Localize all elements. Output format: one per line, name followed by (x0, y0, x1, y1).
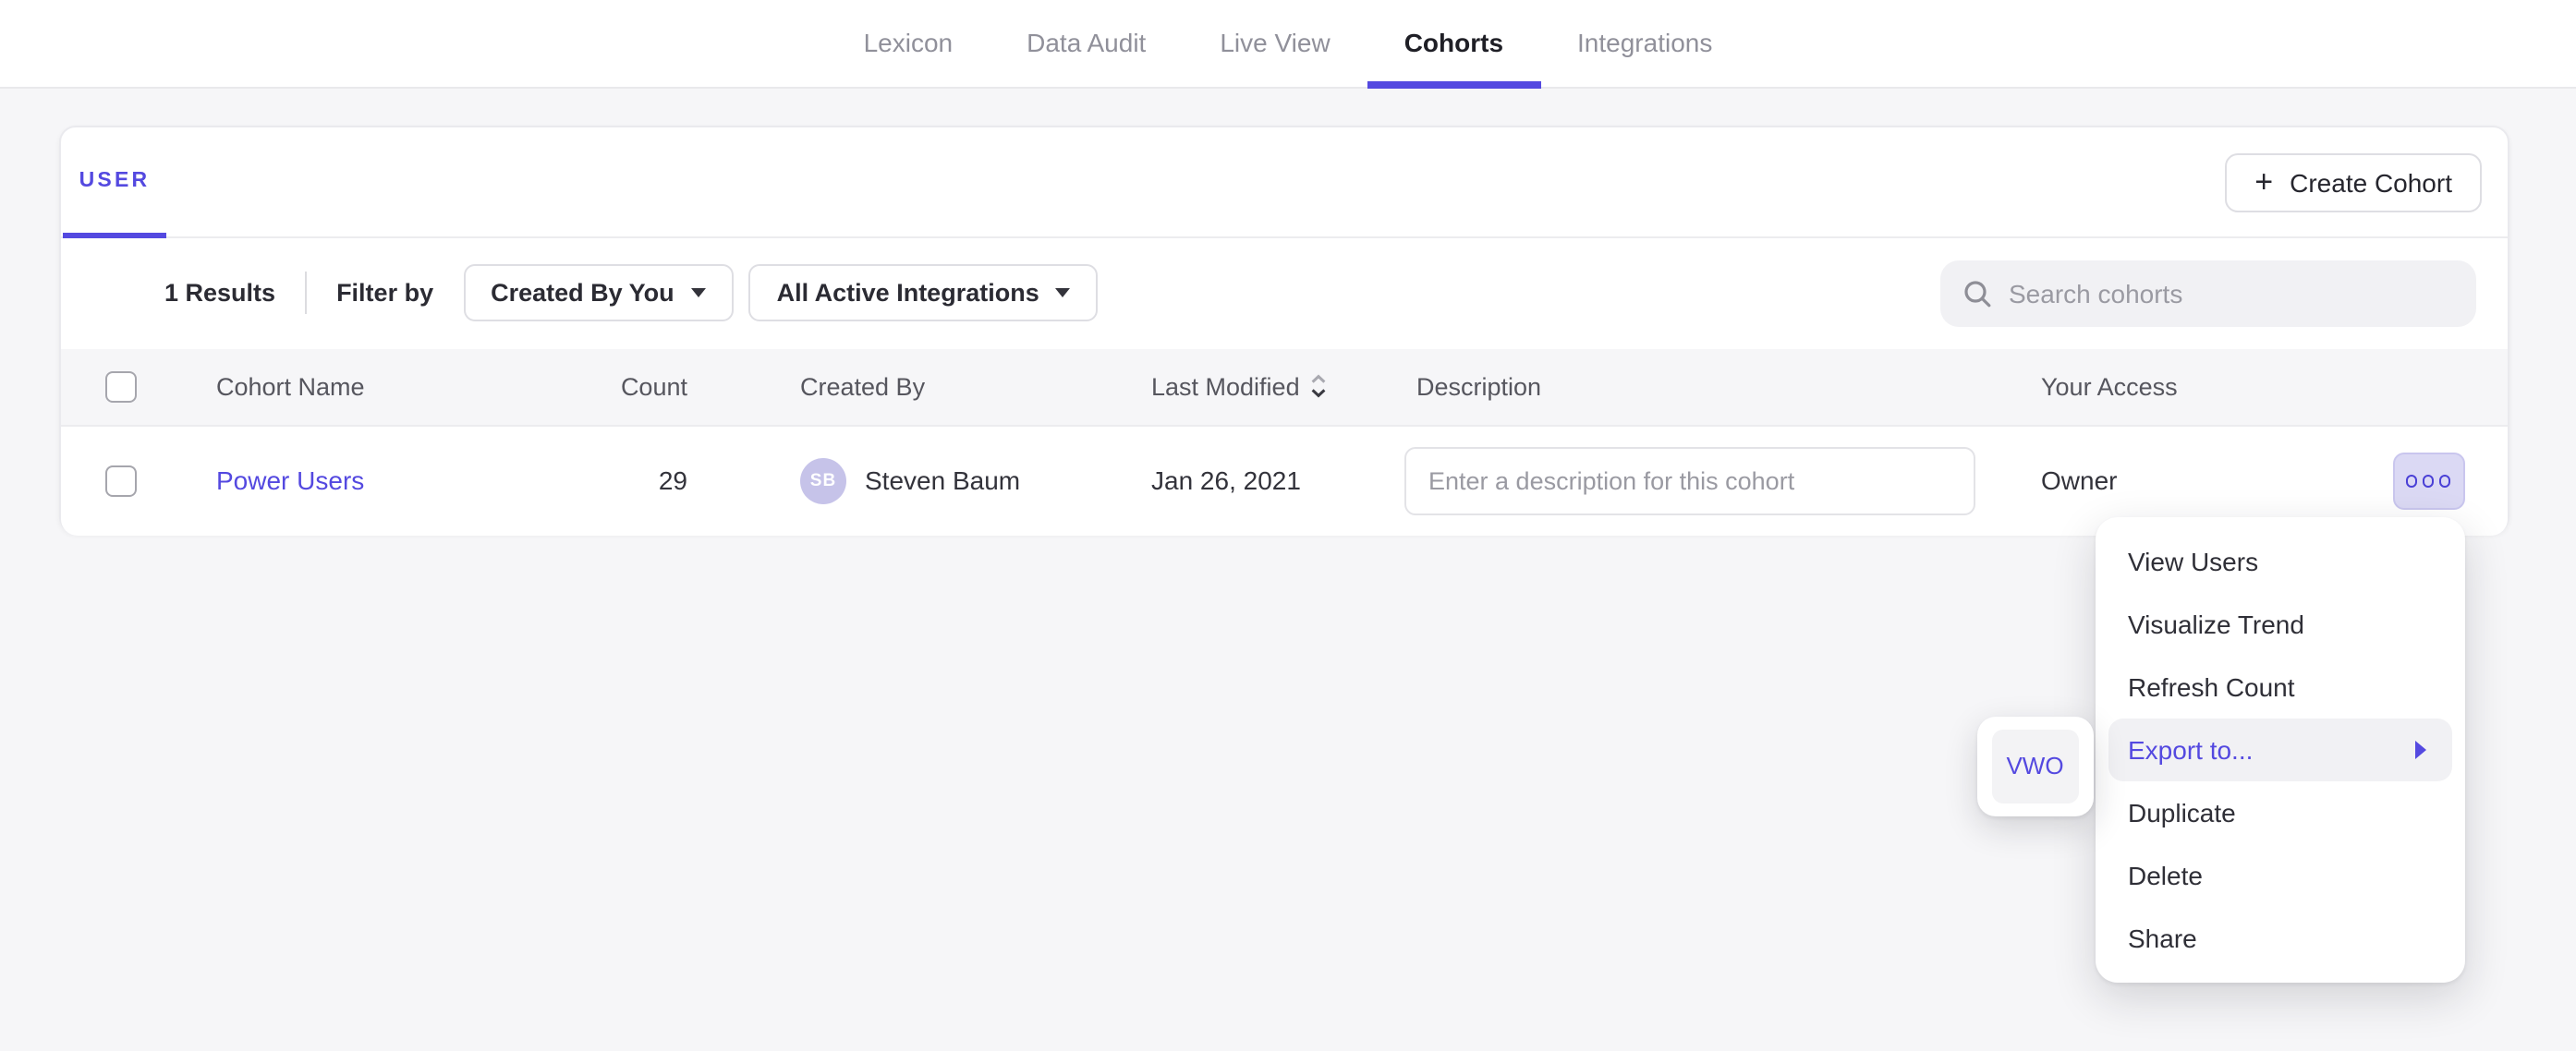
menu-item-duplicate[interactable]: Duplicate (2095, 781, 2464, 844)
menu-item-export-to[interactable]: Export to... (2108, 719, 2451, 781)
create-cohort-label: Create Cohort (2290, 168, 2452, 198)
submenu-item-vwo[interactable]: VWO (1991, 729, 2079, 803)
created-by-name: Steven Baum (865, 466, 1020, 496)
created-by-filter-dropdown[interactable]: Created By You (463, 264, 734, 321)
select-all-checkbox[interactable] (105, 371, 137, 403)
tab-integrations[interactable]: Integrations (1540, 0, 1749, 86)
menu-item-delete[interactable]: Delete (2095, 844, 2464, 907)
integrations-filter-dropdown[interactable]: All Active Integrations (749, 264, 1099, 321)
col-header-last-modified[interactable]: Last Modified (1151, 373, 1328, 401)
menu-item-view-users[interactable]: View Users (2095, 530, 2464, 593)
tab-data-audit[interactable]: Data Audit (990, 0, 1183, 86)
export-submenu: VWO (1977, 716, 2093, 815)
row-checkbox[interactable] (105, 465, 137, 497)
toolbar: 1 Results Filter by Created By You All A… (61, 237, 2507, 348)
app-viewport: Lexicon Data Audit Live View Cohorts Int… (0, 0, 2576, 1051)
menu-item-share[interactable]: Share (2095, 907, 2464, 970)
last-modified-label: Last Modified (1151, 373, 1300, 401)
last-modified-date: Jan 26, 2021 (1107, 466, 1372, 496)
cohort-count: 29 (578, 466, 756, 496)
tab-user[interactable]: USER (63, 127, 166, 236)
search-cohorts-input[interactable] (2009, 278, 2454, 308)
tab-live-view[interactable]: Live View (1183, 0, 1367, 86)
export-to-label: Export to... (2128, 735, 2253, 765)
tab-cohorts[interactable]: Cohorts (1367, 0, 1540, 86)
sort-updown-icon (1311, 374, 1328, 400)
more-options-icon (2423, 475, 2435, 487)
col-header-description: Description (1372, 373, 1997, 401)
chevron-down-icon (691, 288, 706, 297)
search-icon (1962, 278, 1992, 308)
filter-by-label: Filter by (336, 279, 433, 307)
description-input[interactable] (1404, 447, 1975, 515)
table-header-row: Cohort Name Count Created By Last Modifi… (61, 348, 2507, 427)
created-by-filter-value: Created By You (491, 279, 674, 307)
more-options-icon (2439, 475, 2451, 487)
avatar: SB (800, 458, 846, 504)
integrations-filter-value: All Active Integrations (777, 279, 1039, 307)
results-count: 1 Results (164, 279, 275, 307)
col-header-your-access: Your Access (1997, 373, 2392, 401)
plus-icon: + (2254, 166, 2273, 198)
col-header-count: Count (578, 373, 756, 401)
more-options-icon (2406, 475, 2418, 487)
access-value: Owner (1997, 466, 2392, 496)
panel-header: USER + Create Cohort (61, 127, 2507, 237)
row-context-menu: View Users Visualize Trend Refresh Count… (2095, 517, 2464, 983)
chevron-down-icon (1056, 288, 1071, 297)
menu-item-visualize-trend[interactable]: Visualize Trend (2095, 593, 2464, 656)
col-header-created-by: Created By (756, 373, 1107, 401)
menu-item-refresh-count[interactable]: Refresh Count (2095, 656, 2464, 719)
toolbar-divider (305, 272, 307, 314)
top-nav-tabs: Lexicon Data Audit Live View Cohorts Int… (827, 0, 1750, 86)
cohort-name-link[interactable]: Power Users (216, 466, 364, 496)
create-cohort-button[interactable]: + Create Cohort (2225, 153, 2482, 211)
search-cohorts-box[interactable] (1940, 260, 2476, 326)
col-header-cohort-name: Cohort Name (172, 373, 578, 401)
more-options-button[interactable] (2392, 453, 2464, 510)
cohorts-panel: USER + Create Cohort 1 Results Filter by… (59, 125, 2509, 534)
top-nav: Lexicon Data Audit Live View Cohorts Int… (0, 0, 2576, 88)
tab-lexicon[interactable]: Lexicon (827, 0, 990, 86)
arrow-right-icon (2414, 741, 2425, 759)
